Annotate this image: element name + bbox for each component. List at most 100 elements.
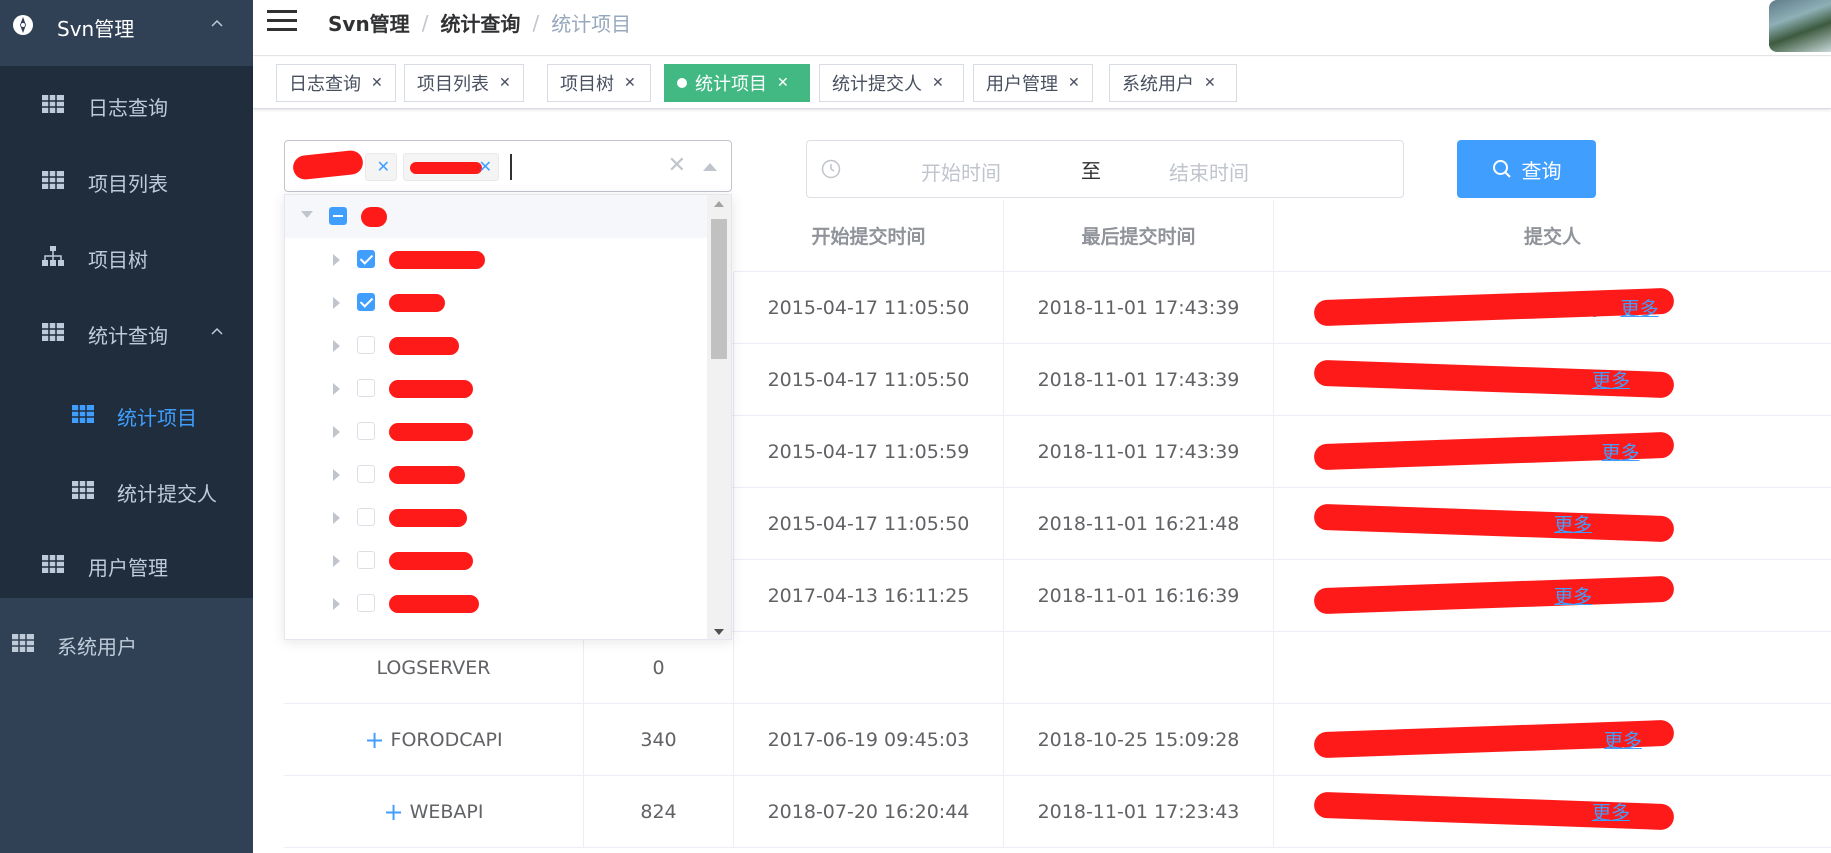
table-cell-start: 2015-04-17 11:05:59 <box>734 416 1004 488</box>
more-link[interactable]: 更多 <box>1592 366 1630 393</box>
sidebar: Svn管理 日志查询 项目列表 项目树 统计查询 统计项目 统计提交人 用户管理… <box>0 0 253 853</box>
close-icon[interactable]: ✕ <box>499 75 511 91</box>
caret-right-icon[interactable] <box>333 254 340 266</box>
end-date-input[interactable]: 结束时间 <box>1169 157 1249 186</box>
caret-right-icon[interactable] <box>333 598 340 610</box>
tree-checkbox[interactable] <box>357 379 375 397</box>
sidebar-item-stats-committer[interactable]: 统计提交人 <box>0 452 253 528</box>
close-icon[interactable]: ✕ <box>932 75 944 91</box>
hamburger-icon[interactable] <box>267 8 297 34</box>
tree-checkbox[interactable] <box>357 336 375 354</box>
tree-checkbox[interactable] <box>357 551 375 569</box>
tree-node[interactable] <box>285 410 709 453</box>
tag-project-list[interactable]: 项目列表 ✕ <box>404 64 524 102</box>
query-button[interactable]: 查询 <box>1457 140 1596 198</box>
scroll-down-icon[interactable] <box>714 629 724 635</box>
tree-node[interactable] <box>285 582 709 625</box>
avatar[interactable] <box>1769 0 1831 52</box>
cell-text: 2018-11-01 16:16:39 <box>1037 584 1240 607</box>
caret-right-icon[interactable] <box>333 555 340 567</box>
sidebar-item-stats-query[interactable]: 统计查询 <box>0 294 253 370</box>
tree-node[interactable] <box>285 367 709 410</box>
top-navbar: Svn管理 / 统计查询 / 统计项目 <box>253 0 1831 56</box>
tree-checkbox[interactable] <box>357 422 375 440</box>
tree-checkbox[interactable] <box>357 465 375 483</box>
table-cell-name: + FORODCAPI <box>284 704 584 776</box>
cell-text: 824 <box>640 800 677 823</box>
tree-checkbox[interactable] <box>357 594 375 612</box>
start-date-input[interactable]: 开始时间 <box>921 157 1001 186</box>
tag-log-query[interactable]: 日志查询 ✕ <box>276 64 396 102</box>
tree-checkbox[interactable] <box>357 293 375 311</box>
project-name: LOGSERVER <box>376 656 491 679</box>
sidebar-item-project-list[interactable]: 项目列表 <box>0 142 253 218</box>
tree-checkbox[interactable] <box>357 250 375 268</box>
more-link[interactable]: 更多 <box>1604 726 1642 753</box>
sidebar-item-system-users[interactable]: 系统用户 <box>0 605 253 681</box>
column-header-last-time[interactable]: 最后提交时间 <box>1004 200 1274 272</box>
more-link[interactable]: 更多 <box>1602 438 1640 465</box>
sidebar-item-log-query[interactable]: 日志查询 <box>0 66 253 142</box>
breadcrumb-item[interactable]: Svn管理 <box>328 8 410 37</box>
caret-right-icon[interactable] <box>333 383 340 395</box>
sidebar-item-label: 统计项目 <box>117 406 197 430</box>
tag-project-tree[interactable]: 项目树 ✕ <box>547 64 651 102</box>
sidebar-group-svn[interactable]: Svn管理 <box>0 0 253 66</box>
date-range-picker[interactable]: 开始时间 至 结束时间 <box>806 140 1404 198</box>
more-link[interactable]: 更多 <box>1554 582 1592 609</box>
table-cell-count: 340 <box>584 704 734 776</box>
close-icon[interactable]: ✕ <box>377 157 390 176</box>
tree-node[interactable] <box>285 453 709 496</box>
redaction-mark <box>389 466 465 484</box>
close-icon[interactable]: ✕ <box>479 157 492 176</box>
table-cell-start <box>734 632 1004 704</box>
tree-node[interactable] <box>285 324 709 367</box>
breadcrumb-item[interactable]: 统计查询 <box>440 8 520 37</box>
tree-node[interactable] <box>285 496 709 539</box>
close-icon[interactable]: ✕ <box>624 75 636 91</box>
tag-stats-project[interactable]: 统计项目 ✕ <box>664 64 810 102</box>
close-icon[interactable]: ✕ <box>777 75 789 91</box>
tree-node[interactable] <box>285 281 709 324</box>
tag-user-management[interactable]: 用户管理 ✕ <box>973 64 1093 102</box>
sidebar-item-stats-project[interactable]: 统计项目 <box>0 376 253 452</box>
scrollbar-thumb[interactable] <box>711 219 727 359</box>
caret-right-icon[interactable] <box>333 469 340 481</box>
caret-right-icon[interactable] <box>333 340 340 352</box>
chevron-up-icon[interactable] <box>703 163 717 171</box>
project-tree-select[interactable]: ✕ ✕ ✕ <box>284 140 732 192</box>
tag-stats-committer[interactable]: 统计提交人 ✕ <box>819 64 964 102</box>
table-icon <box>42 95 64 113</box>
caret-right-icon[interactable] <box>333 426 340 438</box>
close-icon[interactable]: ✕ <box>1068 75 1080 91</box>
tree-node[interactable] <box>285 539 709 582</box>
scroll-up-icon[interactable] <box>714 201 724 207</box>
tag-system-users[interactable]: 系统用户 ✕ <box>1109 64 1237 102</box>
dropdown-scrollbar[interactable] <box>707 195 731 639</box>
caret-right-icon[interactable] <box>333 512 340 524</box>
tree-icon <box>42 246 64 266</box>
more-link[interactable]: 更多 <box>1554 510 1592 537</box>
tree-checkbox[interactable] <box>329 207 347 225</box>
caret-right-icon[interactable] <box>333 297 340 309</box>
tree-node[interactable] <box>285 238 709 281</box>
close-icon[interactable]: ✕ <box>371 75 383 91</box>
clear-icon[interactable]: ✕ <box>668 153 686 178</box>
caret-down-icon[interactable] <box>301 211 313 218</box>
expand-plus-icon[interactable]: + <box>364 726 384 754</box>
column-header-start-time[interactable]: 开始提交时间 <box>734 200 1004 272</box>
tag-label: 项目列表 <box>417 74 489 95</box>
sidebar-item-project-tree[interactable]: 项目树 <box>0 218 253 294</box>
table-cell-start: 2015-04-17 11:05:50 <box>734 488 1004 560</box>
sidebar-item-user-management[interactable]: 用户管理 <box>0 526 253 602</box>
tree-node-root[interactable] <box>285 195 709 238</box>
expand-plus-icon[interactable]: + <box>384 798 404 826</box>
column-header-committers[interactable]: 提交人 <box>1274 200 1831 272</box>
tree-checkbox[interactable] <box>357 508 375 526</box>
selected-tag: ✕ <box>403 153 499 181</box>
more-link[interactable]: 更多 <box>1592 798 1630 825</box>
table-icon <box>42 323 64 341</box>
more-link[interactable]: 更多 <box>1621 294 1659 321</box>
close-icon[interactable]: ✕ <box>1204 75 1216 91</box>
chevron-up-icon <box>211 19 223 27</box>
